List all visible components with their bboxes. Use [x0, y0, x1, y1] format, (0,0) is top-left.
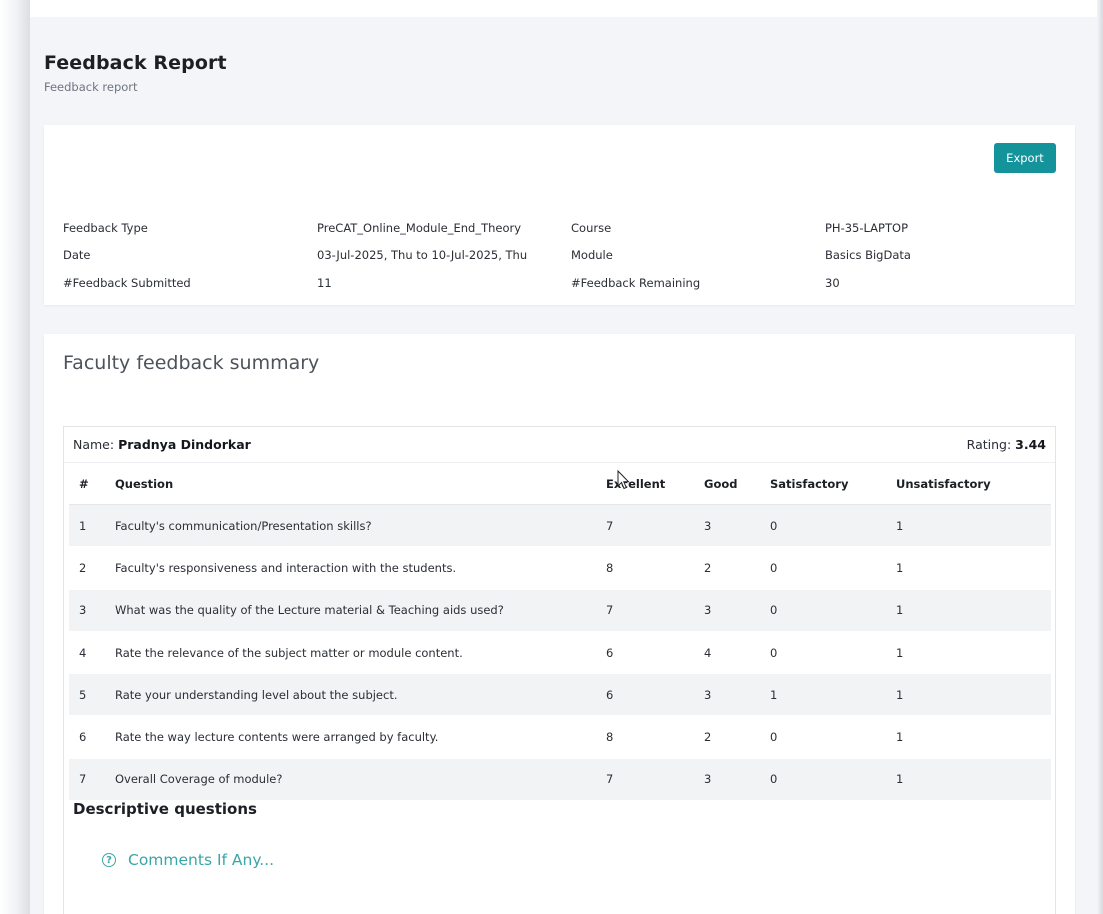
window-edge-shadow: [0, 0, 30, 914]
row-good: 3: [703, 589, 769, 632]
feedback-info-card: Export Feedback Type PreCAT_Online_Modul…: [44, 125, 1075, 305]
column-header-question: Question: [114, 464, 587, 505]
row-unsatisfactory: 1: [895, 715, 1051, 759]
row-excellent: 8: [587, 715, 703, 759]
export-button[interactable]: Export: [994, 143, 1056, 173]
row-unsatisfactory: 1: [895, 673, 1051, 717]
row-question: Rate the way lecture contents were arran…: [114, 715, 587, 759]
row-satisfactory: 1: [769, 673, 895, 717]
info-label: Module: [571, 248, 613, 263]
row-good: 2: [703, 546, 769, 590]
row-satisfactory: 0: [769, 504, 895, 548]
row-number: 4: [69, 631, 114, 675]
comments-question-link[interactable]: ? Comments If Any...: [102, 851, 274, 869]
row-good: 3: [703, 673, 769, 717]
row-number: 7: [69, 758, 114, 802]
info-value: PreCAT_Online_Module_End_Theory: [317, 220, 522, 235]
row-question: Rate your understanding level about the …: [114, 673, 587, 717]
info-row: Feedback Type PreCAT_Online_Module_End_T…: [63, 214, 1053, 242]
row-satisfactory: 0: [769, 589, 895, 632]
row-excellent: 7: [587, 758, 703, 802]
rating-label: Rating:: [966, 437, 1012, 452]
info-row: Date 03-Jul-2025, Thu to 10-Jul-2025, Th…: [63, 242, 1053, 270]
row-unsatisfactory: 1: [895, 546, 1051, 590]
info-value: 30: [825, 275, 840, 290]
info-label: #Feedback Remaining: [571, 275, 701, 290]
table-header-row: # Question Excellent Good Satisfactory U…: [69, 464, 1051, 505]
faculty-header: Name: Pradnya Dindorkar Rating: 3.44: [64, 427, 1055, 463]
info-value: PH-35-LAPTOP: [825, 220, 908, 235]
page-subtitle: Feedback report: [44, 80, 138, 94]
row-satisfactory: 0: [769, 758, 895, 802]
row-unsatisfactory: 1: [895, 504, 1051, 548]
row-unsatisfactory: 1: [895, 758, 1051, 802]
table-row: 6 Rate the way lecture contents were arr…: [69, 715, 1051, 759]
row-question: Rate the relevance of the subject matter…: [114, 631, 587, 675]
info-label: #Feedback Submitted: [63, 275, 191, 290]
info-value: 03-Jul-2025, Thu to 10-Jul-2025, Thu: [317, 248, 528, 263]
page-header: Feedback Report Feedback report: [44, 52, 227, 94]
info-row: #Feedback Submitted 11 #Feedback Remaini…: [63, 269, 1053, 297]
faculty-summary-card: Faculty feedback summary Name: Pradnya D…: [44, 334, 1075, 914]
row-number: 2: [69, 546, 114, 590]
row-satisfactory: 0: [769, 546, 895, 590]
row-question: What was the quality of the Lecture mate…: [114, 589, 587, 632]
faculty-feedback-box: Name: Pradnya Dindorkar Rating: 3.44 # Q…: [63, 426, 1056, 914]
row-excellent: 7: [587, 504, 703, 548]
faculty-rating: Rating: 3.44: [967, 437, 1046, 452]
column-header-satisfactory: Satisfactory: [769, 464, 895, 505]
faculty-name-label: Name:: [73, 437, 115, 452]
row-number: 5: [69, 673, 114, 717]
table-row: 1 Faculty's communication/Presentation s…: [69, 504, 1051, 548]
feedback-report-page: Feedback Report Feedback report Export F…: [30, 17, 1097, 914]
row-excellent: 8: [587, 546, 703, 590]
row-excellent: 7: [587, 589, 703, 632]
table-row: 2 Faculty's responsiveness and interacti…: [69, 546, 1051, 590]
column-header-number: #: [69, 464, 114, 505]
row-good: 3: [703, 504, 769, 548]
table-row: 4 Rate the relevance of the subject matt…: [69, 631, 1051, 675]
row-unsatisfactory: 1: [895, 631, 1051, 675]
column-header-unsatisfactory: Unsatisfactory: [895, 464, 1051, 505]
table-row: 7 Overall Coverage of module? 7 3 0 1: [69, 758, 1051, 802]
info-label: Course: [571, 220, 612, 235]
row-question: Overall Coverage of module?: [114, 758, 587, 802]
info-label: Feedback Type: [63, 220, 148, 235]
row-good: 2: [703, 715, 769, 759]
row-satisfactory: 0: [769, 631, 895, 675]
info-label: Date: [63, 248, 91, 263]
column-header-good: Good: [703, 464, 769, 505]
descriptive-questions-title: Descriptive questions: [73, 800, 257, 818]
mouse-pointer-icon: [617, 470, 630, 490]
row-good: 3: [703, 758, 769, 802]
table-row: 3 What was the quality of the Lecture ma…: [69, 589, 1051, 632]
table-row: 5 Rate your understanding level about th…: [69, 673, 1051, 717]
row-satisfactory: 0: [769, 715, 895, 759]
info-value: Basics BigData: [825, 248, 911, 263]
row-number: 3: [69, 589, 114, 632]
row-good: 4: [703, 631, 769, 675]
row-number: 6: [69, 715, 114, 759]
row-question: Faculty's responsiveness and interaction…: [114, 546, 587, 590]
row-unsatisfactory: 1: [895, 589, 1051, 632]
feedback-info-grid: Feedback Type PreCAT_Online_Module_End_T…: [63, 214, 1053, 297]
comments-label: Comments If Any...: [128, 851, 275, 869]
row-excellent: 6: [587, 631, 703, 675]
question-circle-icon: ?: [102, 853, 116, 867]
page-title: Feedback Report: [44, 52, 227, 74]
column-header-excellent: Excellent: [587, 464, 703, 505]
feedback-table: # Question Excellent Good Satisfactory U…: [69, 464, 1051, 802]
rating-value: 3.44: [1015, 437, 1046, 452]
row-question: Faculty's communication/Presentation ski…: [114, 504, 587, 548]
info-value: 11: [317, 275, 332, 290]
row-excellent: 6: [587, 673, 703, 717]
faculty-name-value: Pradnya Dindorkar: [118, 437, 251, 452]
summary-title: Faculty feedback summary: [63, 352, 320, 374]
row-number: 1: [69, 504, 114, 548]
faculty-name: Name: Pradnya Dindorkar: [73, 437, 251, 452]
window-right-edge: [1097, 0, 1103, 914]
